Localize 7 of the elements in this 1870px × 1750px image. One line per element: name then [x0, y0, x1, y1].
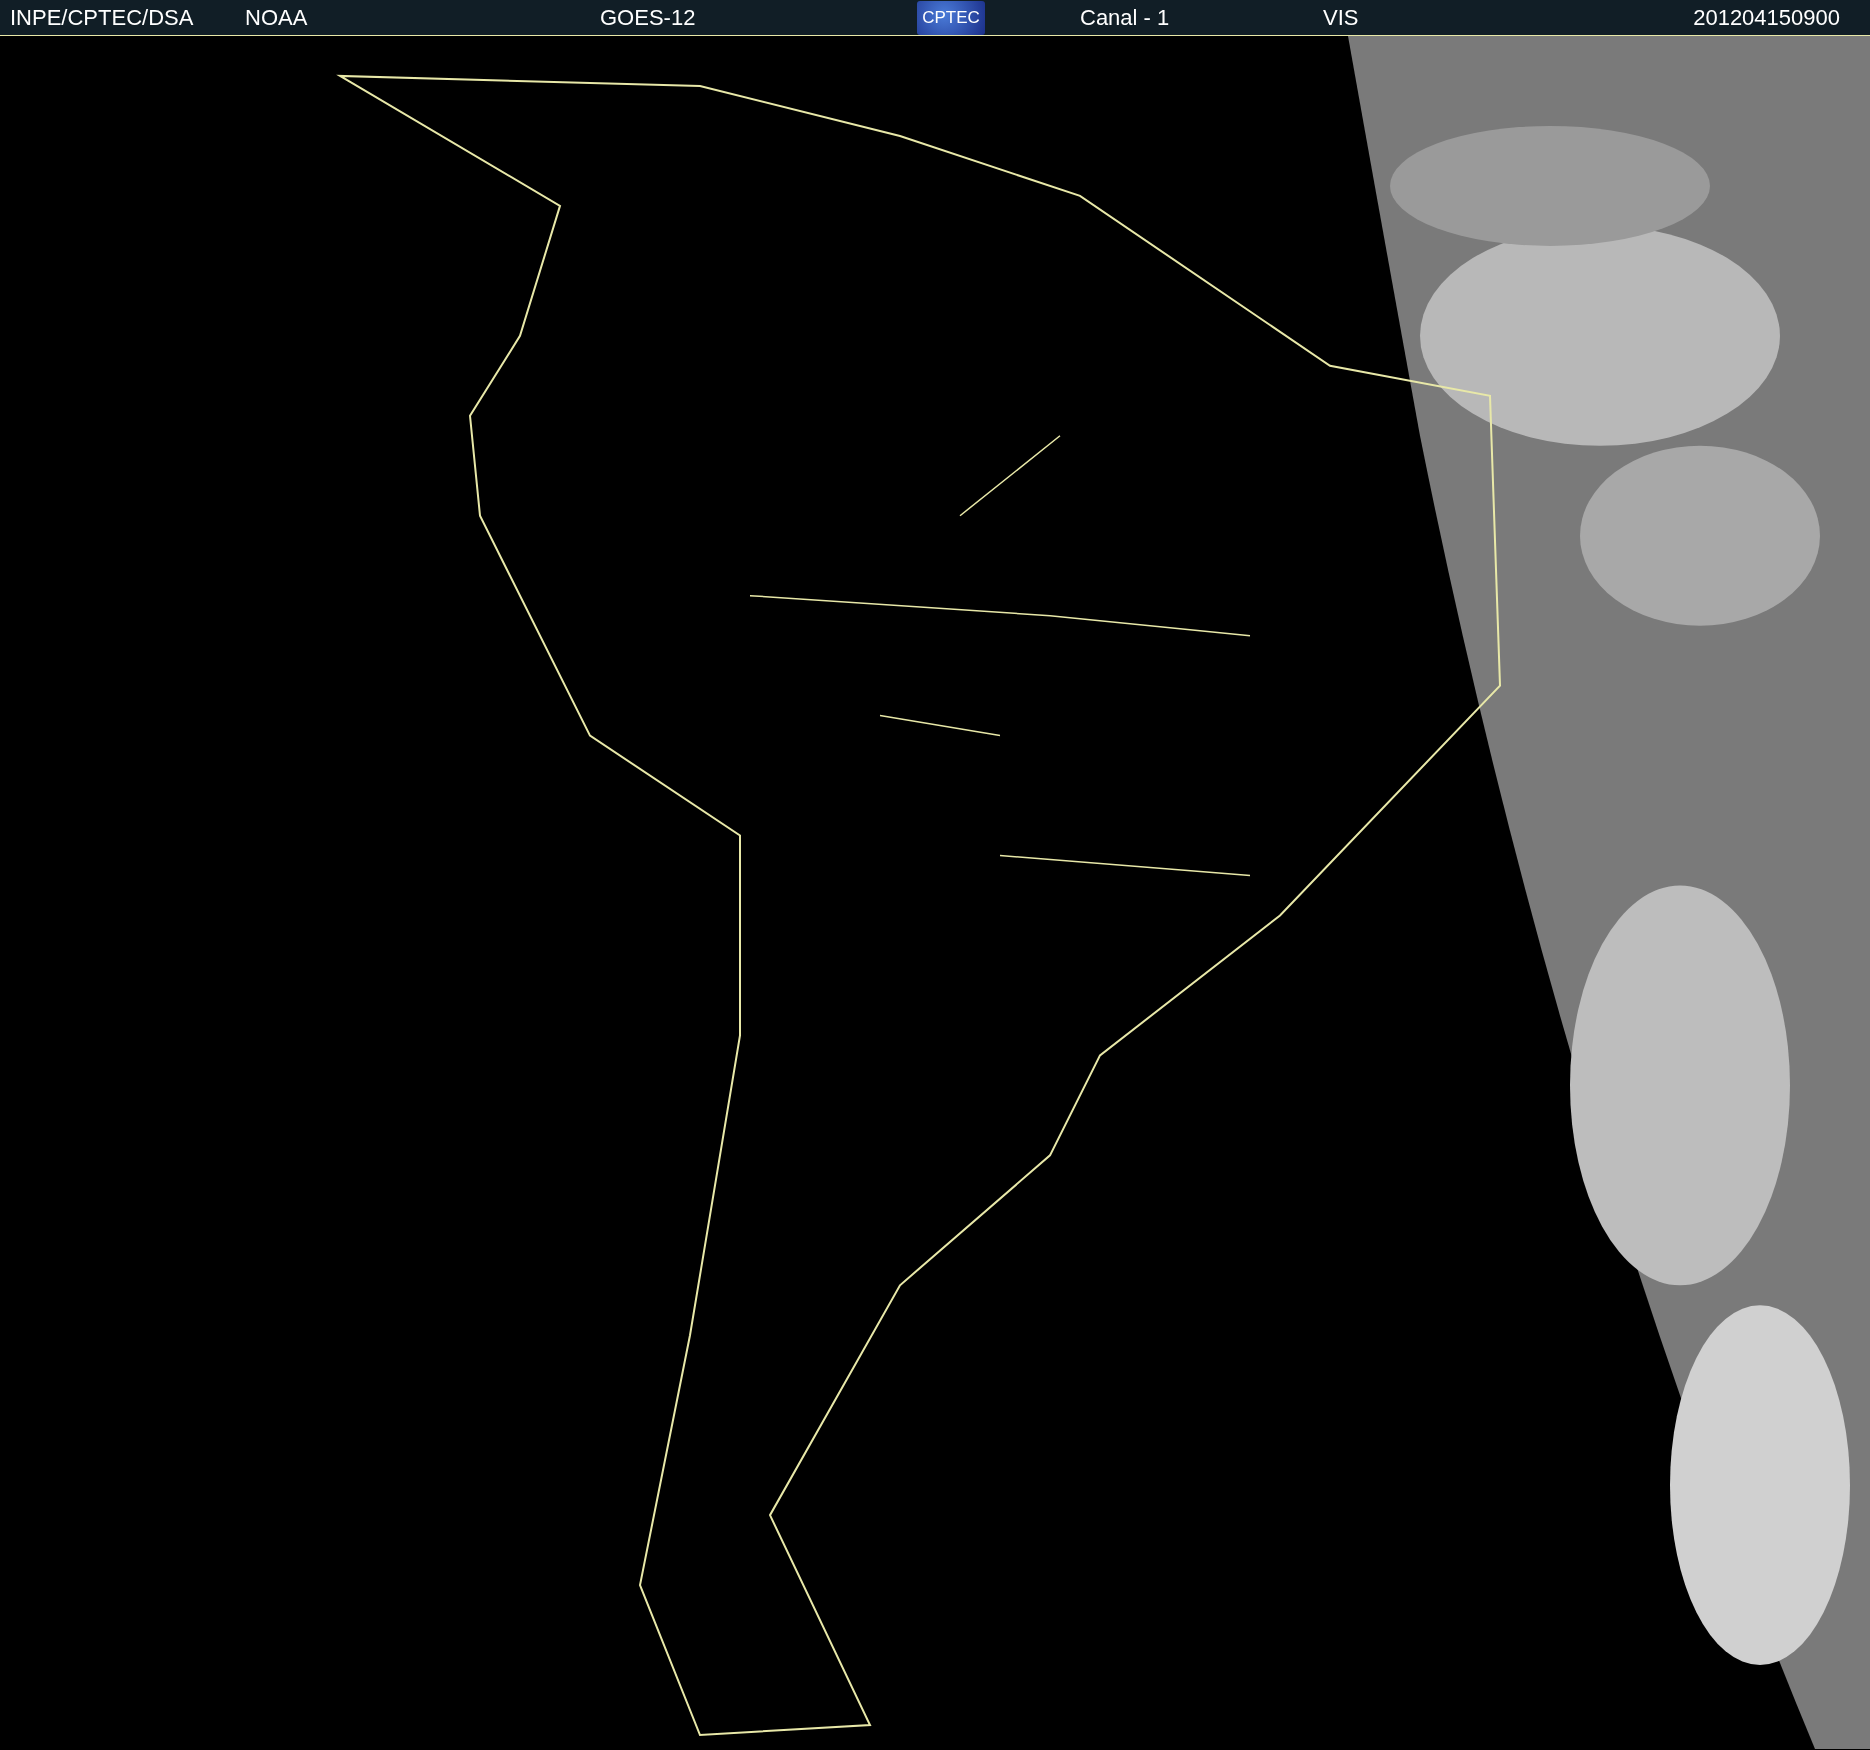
- header-label: NOAA: [245, 4, 309, 31]
- header-label: INPE/CPTEC/DSA: [10, 4, 195, 31]
- header-label: VIS: [1323, 4, 1360, 31]
- header-label: Canal - 1: [1080, 4, 1171, 31]
- header-label: 201204150900: [1693, 4, 1840, 31]
- header-label: GOES-12: [600, 4, 697, 31]
- logo: CPTEC: [917, 0, 985, 35]
